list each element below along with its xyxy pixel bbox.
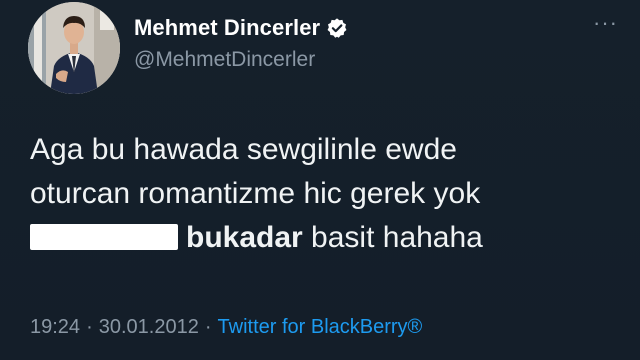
display-name-row: Mehmet Dincerler [134, 12, 348, 44]
tweet-line-1: Aga bu hawada sewgilinle ewde [30, 133, 457, 166]
meta-separator-2: · [204, 316, 212, 338]
tweet-source-link[interactable]: Twitter for BlackBerry® [218, 316, 423, 338]
meta-separator: · [86, 316, 93, 338]
display-name[interactable]: Mehmet Dincerler [134, 15, 320, 41]
user-handle[interactable]: @MehmetDincerler [134, 48, 348, 72]
tweet-card: Mehmet Dincerler @MehmetDincerler ··· Ag… [0, 0, 640, 360]
tweet-line-2: oturcan romantizme hic gerek yok [30, 177, 481, 210]
tweet-line-3: bukadar basit hahaha [30, 216, 620, 260]
redaction-bar [30, 224, 178, 250]
tweet-date[interactable]: 30.01.2012 [99, 316, 199, 338]
more-icon[interactable]: ··· [593, 10, 618, 36]
tweet-metadata: 19:24 · 30.01.2012 · Twitter for BlackBerry® [30, 316, 422, 339]
tweet-time[interactable]: 19:24 [30, 316, 80, 338]
avatar[interactable] [28, 2, 120, 94]
tweet-bold-word: bukadar [186, 221, 303, 254]
tweet-line-3-rest: basit hahaha [302, 221, 483, 254]
tweet-text: Aga bu hawada sewgilinle ewde oturcan ro… [30, 128, 620, 260]
author-info: Mehmet Dincerler @MehmetDincerler [134, 12, 348, 72]
profile-photo-icon [28, 2, 120, 94]
verified-badge-icon [327, 18, 347, 38]
